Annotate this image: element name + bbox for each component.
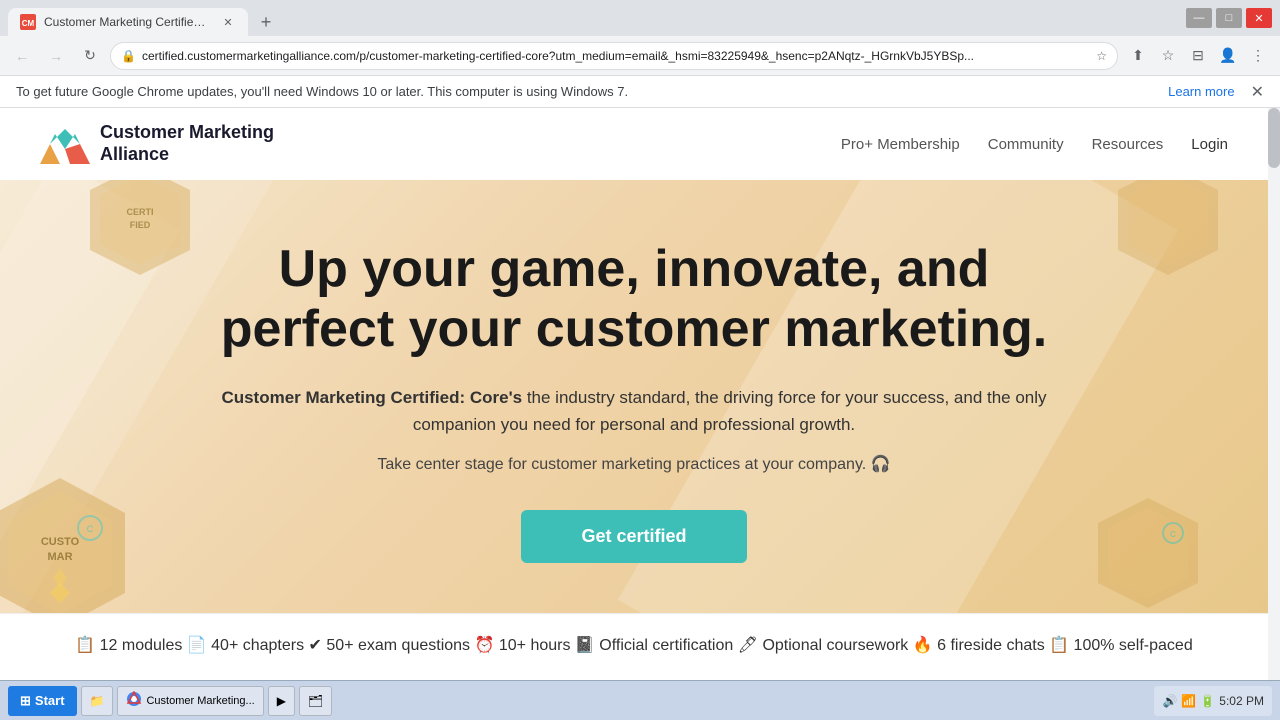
system-tray: 🔊 📶 🔋 5:02 PM xyxy=(1154,686,1272,716)
menu-icon[interactable]: ⋮ xyxy=(1244,42,1272,70)
taskbar-item-files[interactable]: 🗂 xyxy=(299,686,332,716)
network-icon[interactable]: 📶 xyxy=(1181,694,1196,708)
chrome-icon xyxy=(126,691,142,710)
battery-icon[interactable]: 🔋 xyxy=(1200,694,1215,708)
profile-icon[interactable]: 👤 xyxy=(1214,42,1242,70)
title-bar: CM Customer Marketing Certified | Core..… xyxy=(0,0,1280,36)
forward-button[interactable]: → xyxy=(42,42,70,70)
files-icon: 🗂 xyxy=(308,694,323,708)
back-button[interactable]: ← xyxy=(8,42,36,70)
lock-icon: 🔒 xyxy=(121,49,136,63)
stats-bar: 📋 12 modules 📄 40+ chapters ✔ 50+ exam q… xyxy=(0,613,1268,679)
hero-content: Up your game, innovate, and perfect your… xyxy=(184,220,1084,583)
new-tab-button[interactable]: + xyxy=(252,8,280,36)
tab-title: Customer Marketing Certified | Core... xyxy=(44,15,212,29)
svg-text:FIED: FIED xyxy=(130,220,151,230)
taskbar-right: 🔊 📶 🔋 5:02 PM xyxy=(1154,686,1272,716)
logo-icon xyxy=(40,124,90,164)
site-nav: Customer Marketing Alliance Pro+ Members… xyxy=(0,108,1268,180)
svg-text:CUSTO: CUSTO xyxy=(41,536,80,548)
svg-text:CM: CM xyxy=(22,19,35,28)
get-certified-button[interactable]: Get certified xyxy=(521,510,746,563)
logo-area: Customer Marketing Alliance xyxy=(40,122,274,165)
media-icon: ▶ xyxy=(277,694,286,708)
notification-text: To get future Google Chrome updates, you… xyxy=(16,84,628,99)
active-tab[interactable]: CM Customer Marketing Certified | Core..… xyxy=(8,8,248,36)
hero-subtitle: Customer Marketing Certified: Core's the… xyxy=(204,384,1064,438)
hero-subtitle-bold: Customer Marketing Certified: Core's xyxy=(221,388,522,407)
svg-text:CERTI: CERTI xyxy=(127,207,154,217)
tab-search-icon[interactable]: ⊟ xyxy=(1184,42,1212,70)
tab-close-button[interactable]: ✕ xyxy=(220,14,236,30)
taskbar-item-chrome[interactable]: Customer Marketing... xyxy=(117,686,263,716)
share-icon[interactable]: ⬆ xyxy=(1124,42,1152,70)
notification-bar: To get future Google Chrome updates, you… xyxy=(0,76,1280,108)
hero-section: CERTI FIED CUSTO xyxy=(0,180,1268,613)
close-button[interactable]: ✕ xyxy=(1246,8,1272,28)
hero-tagline: Take center stage for customer marketing… xyxy=(204,454,1064,474)
nav-link-resources[interactable]: Resources xyxy=(1092,136,1164,153)
explorer-icon: 📁 xyxy=(90,694,105,708)
start-button[interactable]: ⊞ Start xyxy=(8,686,77,716)
minimize-button[interactable]: — xyxy=(1186,8,1212,28)
stats-text: 📋 12 modules 📄 40+ chapters ✔ 50+ exam q… xyxy=(75,637,1192,654)
bookmark-star-icon[interactable]: ☆ xyxy=(1096,49,1107,63)
nav-links: Pro+ Membership Community Resources Logi… xyxy=(841,136,1228,153)
badge-decoration-bottom-left: CUSTO MAR C xyxy=(0,473,140,613)
maximize-button[interactable]: □ xyxy=(1216,8,1242,28)
window-controls: — □ ✕ xyxy=(1186,8,1272,28)
taskbar-item-mediaplayer[interactable]: ▶ xyxy=(268,686,295,716)
site-content: Customer Marketing Alliance Pro+ Members… xyxy=(0,108,1268,720)
badge-decoration-top-right xyxy=(1108,180,1228,300)
learn-more-link[interactable]: Learn more xyxy=(1168,84,1234,99)
browser-viewport: Customer Marketing Alliance Pro+ Members… xyxy=(0,108,1280,720)
bookmark-icon[interactable]: ☆ xyxy=(1154,42,1182,70)
refresh-button[interactable]: ↻ xyxy=(76,42,104,70)
svg-text:C: C xyxy=(87,524,94,534)
nav-link-community[interactable]: Community xyxy=(988,136,1064,153)
notification-close-button[interactable]: ✕ xyxy=(1251,82,1264,102)
svg-text:C: C xyxy=(1170,530,1176,539)
windows-icon: ⊞ xyxy=(20,693,31,709)
url-text: certified.customermarketingalliance.com/… xyxy=(142,49,1090,63)
time-display: 5:02 PM xyxy=(1219,694,1264,708)
logo-text: Customer Marketing Alliance xyxy=(100,122,274,165)
nav-link-pro-membership[interactable]: Pro+ Membership xyxy=(841,136,960,153)
tab-area: CM Customer Marketing Certified | Core..… xyxy=(8,0,1186,36)
url-bar[interactable]: 🔒 certified.customermarketingalliance.co… xyxy=(110,42,1118,70)
taskbar-item-explorer[interactable]: 📁 xyxy=(81,686,114,716)
volume-icon[interactable]: 🔊 xyxy=(1162,694,1177,708)
tab-favicon: CM xyxy=(20,14,36,30)
toolbar-icons: ⬆ ☆ ⊟ 👤 ⋮ xyxy=(1124,42,1272,70)
hero-title: Up your game, innovate, and perfect your… xyxy=(204,240,1064,360)
chrome-label: Customer Marketing... xyxy=(146,695,254,707)
badge-decoration-bottom-right: C xyxy=(1088,493,1208,613)
start-label: Start xyxy=(35,693,65,708)
svg-text:MAR: MAR xyxy=(47,551,72,563)
taskbar: ⊞ Start 📁 Customer Marketing... ▶ 🗂 🔊 📶 … xyxy=(0,680,1280,720)
address-bar: ← → ↻ 🔒 certified.customermarketingallia… xyxy=(0,36,1280,76)
nav-link-login[interactable]: Login xyxy=(1191,136,1228,153)
badge-decoration-top-left: CERTI FIED xyxy=(80,180,200,300)
